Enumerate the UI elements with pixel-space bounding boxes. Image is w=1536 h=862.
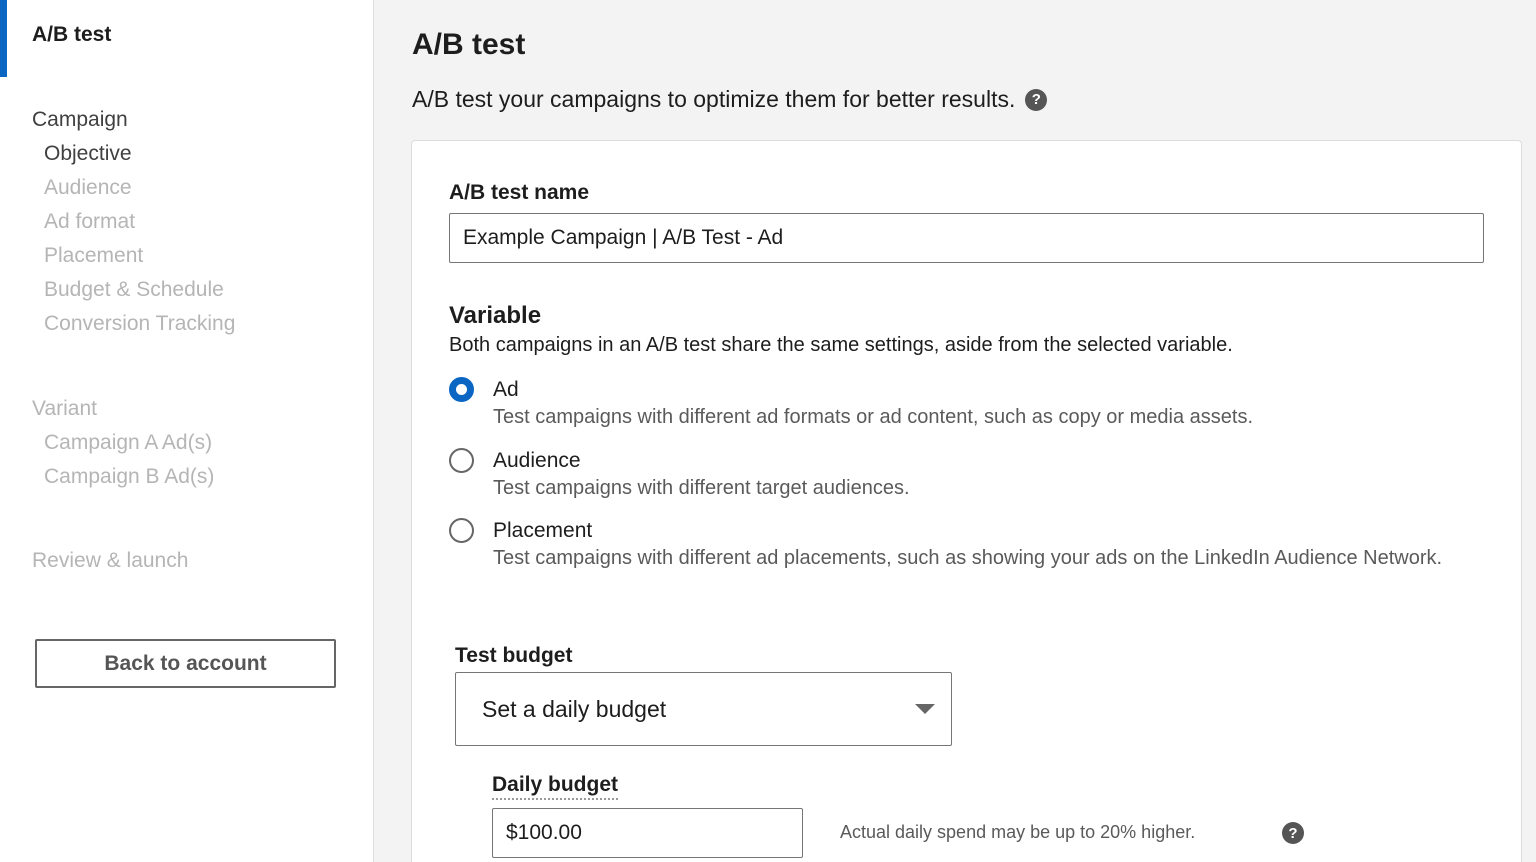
app-window: A/B test Campaign Objective Audience Ad … [0, 0, 1536, 862]
sidebar-item-objective[interactable]: Objective [32, 141, 235, 167]
sidebar-item-budget-schedule[interactable]: Budget & Schedule [32, 277, 235, 303]
sidebar-item-conversion-tracking[interactable]: Conversion Tracking [32, 311, 235, 337]
daily-spend-note: Actual daily spend may be up to 20% high… [840, 822, 1196, 842]
option-text: Ad Test campaigns with different ad form… [493, 377, 1483, 431]
sidebar-item-ab-test[interactable]: A/B test [0, 0, 374, 77]
page-subtitle-text: A/B test your campaigns to optimize them… [412, 86, 1016, 112]
daily-budget-input[interactable] [492, 808, 803, 858]
page-subtitle: A/B test your campaigns to optimize them… [412, 86, 1048, 113]
radio-audience[interactable] [449, 448, 474, 473]
variable-option-ad[interactable]: Ad Test campaigns with different ad form… [449, 377, 1483, 431]
sidebar: A/B test Campaign Objective Audience Ad … [0, 0, 374, 862]
select-value: Set a daily budget [482, 695, 667, 722]
option-title: Placement [493, 519, 593, 542]
nav-group-campaign: Campaign Objective Audience Ad format Pl… [32, 107, 235, 337]
option-description: Test campaigns with different ad placeme… [493, 547, 1443, 569]
help-icon[interactable]: ? [1282, 822, 1304, 844]
daily-budget-label[interactable]: Daily budget [492, 773, 619, 800]
nav-group-review: Review & launch [32, 548, 188, 574]
option-text: Audience Test campaigns with different t… [493, 448, 1483, 502]
option-title: Ad [493, 378, 519, 401]
back-to-account-button[interactable]: Back to account [35, 639, 336, 688]
option-description: Test campaigns with different target aud… [493, 477, 910, 499]
radio-ad[interactable] [449, 377, 474, 402]
sidebar-item-campaign-a-ads[interactable]: Campaign A Ad(s) [32, 430, 214, 456]
nav-group-title[interactable]: Variant [32, 396, 214, 422]
sidebar-item-review-launch[interactable]: Review & launch [32, 548, 188, 574]
test-budget-label: Test budget [455, 644, 573, 667]
sidebar-item-audience[interactable]: Audience [32, 175, 235, 201]
variable-description: Both campaigns in an A/B test share the … [449, 334, 1233, 356]
test-budget-select[interactable]: Set a daily budget [455, 672, 952, 746]
ab-test-name-label: A/B test name [449, 181, 590, 204]
option-text: Placement Test campaigns with different … [493, 518, 1483, 572]
nav-group-title[interactable]: Campaign [32, 107, 235, 133]
option-description: Test campaigns with different ad formats… [493, 406, 1254, 428]
variable-option-placement[interactable]: Placement Test campaigns with different … [449, 518, 1483, 572]
sidebar-item-ad-format[interactable]: Ad format [32, 209, 235, 235]
active-indicator [0, 0, 7, 77]
variable-option-audience[interactable]: Audience Test campaigns with different t… [449, 448, 1483, 502]
help-icon[interactable]: ? [1025, 88, 1048, 111]
sidebar-item-placement[interactable]: Placement [32, 243, 235, 269]
sidebar-item-campaign-b-ads[interactable]: Campaign B Ad(s) [32, 464, 214, 490]
page-title: A/B test [412, 28, 526, 61]
nav-group-variant: Variant Campaign A Ad(s) Campaign B Ad(s… [32, 396, 214, 490]
option-title: Audience [493, 449, 581, 472]
variable-heading: Variable [449, 302, 542, 329]
radio-placement[interactable] [449, 518, 474, 543]
ab-test-name-input[interactable] [449, 213, 1484, 263]
chevron-down-icon [915, 704, 935, 714]
sidebar-item-label: A/B test [32, 23, 112, 46]
